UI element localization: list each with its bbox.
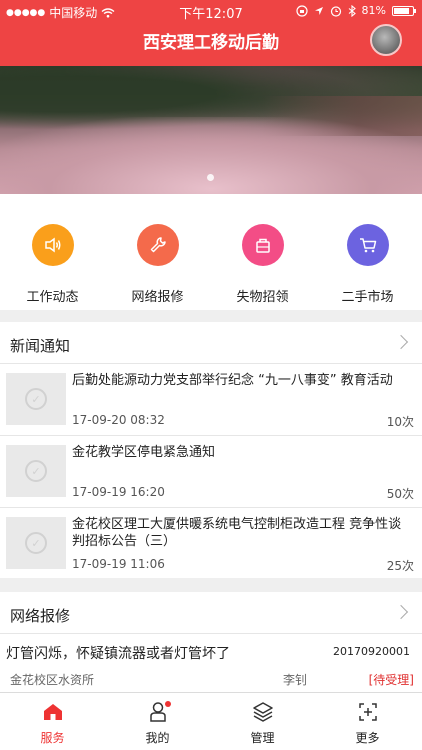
thumbnail-placeholder-icon: ✓: [6, 445, 66, 497]
news-date: 17-09-19 16:20: [72, 485, 165, 499]
quick-menu-label: 工作动态: [26, 290, 79, 305]
repair-location: 金花校区水资所: [10, 673, 95, 687]
speaker-icon: [31, 224, 74, 266]
news-date: 17-09-19 11:06: [72, 557, 165, 571]
bag-icon: [241, 224, 284, 266]
battery-icon: [392, 5, 416, 16]
plus-square-icon: [315, 699, 420, 725]
layers-icon: [210, 699, 315, 725]
alarm-icon: [330, 5, 341, 17]
news-view-count: 10次: [386, 415, 414, 429]
news-view-count: 50次: [386, 487, 414, 501]
quick-menu-second-hand[interactable]: 二手市场: [315, 224, 420, 305]
news-view-count: 25次: [386, 559, 414, 573]
bluetooth-icon: [348, 4, 356, 17]
news-section-header[interactable]: 新闻通知: [0, 322, 422, 364]
quick-menu-label: 网络报修: [131, 290, 184, 305]
wrench-icon: [136, 224, 179, 266]
news-item[interactable]: ✓ 后勤处能源动力党支部举行纪念 “九一八事变” 教育活动 17-09-20 0…: [0, 364, 422, 436]
quick-menu-lost-found[interactable]: 失物招领: [210, 224, 315, 305]
tab-manage[interactable]: 管理: [210, 699, 315, 746]
news-section: 新闻通知 ✓ 后勤处能源动力党支部举行纪念 “九一八事变” 教育活动 17-09…: [0, 322, 422, 578]
status-bar: ●●●●● 中国移动 下午12:07 81%: [0, 0, 422, 22]
cart-icon: [346, 224, 389, 266]
notification-dot: [165, 701, 171, 707]
news-title: 金花教学区停电紧急通知: [72, 445, 216, 460]
orientation-lock-icon: [295, 4, 308, 17]
home-icon: [0, 699, 105, 725]
tab-label: 我的: [145, 731, 170, 745]
repair-person: 李钊: [283, 673, 308, 687]
status-badge: [待受理]: [368, 673, 414, 687]
banner-image-path: [0, 117, 422, 194]
news-title: 金花校区理工大厦供暖系统电气控制柜改造工程 竞争性谈判招标公告（三）: [72, 517, 402, 549]
tab-more[interactable]: 更多: [315, 699, 420, 746]
quick-menu-label: 失物招领: [236, 290, 289, 305]
page-title: 西安理工移动后勤: [143, 33, 279, 53]
repair-id: 20170920001: [333, 645, 410, 658]
tab-label: 更多: [355, 731, 380, 745]
chevron-right-icon: [393, 604, 409, 620]
tab-service[interactable]: 服务: [0, 699, 105, 746]
chevron-right-icon: [393, 334, 409, 350]
person-icon: [105, 699, 210, 725]
news-date: 17-09-20 08:32: [72, 413, 165, 427]
quick-menu: 工作动态 网络报修 失物招领 二手市场: [0, 194, 422, 310]
tab-mine[interactable]: 我的: [105, 699, 210, 746]
thumbnail-placeholder-icon: ✓: [6, 517, 66, 569]
thumbnail-placeholder-icon: ✓: [6, 373, 66, 425]
news-item[interactable]: ✓ 金花教学区停电紧急通知 17-09-19 16:20 50次: [0, 436, 422, 508]
quick-menu-work-news[interactable]: 工作动态: [0, 224, 105, 305]
repair-section: 网络报修 灯管闪烁，怀疑镇流器或者灯管坏了 20170920001 金花校区水资…: [0, 592, 422, 692]
repair-item[interactable]: 灯管闪烁，怀疑镇流器或者灯管坏了 20170920001 金花校区水资所 李钊 …: [0, 634, 422, 692]
app-header: ●●●●● 中国移动 下午12:07 81% 西安理工移动后勤: [0, 0, 422, 66]
section-title: 新闻通知: [10, 337, 71, 355]
carousel-page-indicator[interactable]: [207, 174, 214, 181]
news-item[interactable]: ✓ 金花校区理工大厦供暖系统电气控制柜改造工程 竞争性谈判招标公告（三） 17-…: [0, 508, 422, 580]
battery-percent: 81%: [361, 4, 386, 17]
tab-label: 管理: [250, 731, 275, 745]
quick-menu-label: 二手市场: [341, 290, 394, 305]
quick-menu-network-repair[interactable]: 网络报修: [105, 224, 210, 305]
repair-section-header[interactable]: 网络报修: [0, 592, 422, 634]
banner-carousel[interactable]: [0, 66, 422, 194]
repair-title: 灯管闪烁，怀疑镇流器或者灯管坏了: [6, 646, 230, 662]
tab-label: 服务: [40, 731, 65, 745]
news-title: 后勤处能源动力党支部举行纪念 “九一八事变” 教育活动: [72, 373, 393, 388]
avatar[interactable]: [370, 24, 402, 56]
tab-bar: 服务 我的 管理 更多: [0, 692, 422, 750]
section-title: 网络报修: [10, 607, 71, 625]
location-icon: [314, 6, 323, 15]
